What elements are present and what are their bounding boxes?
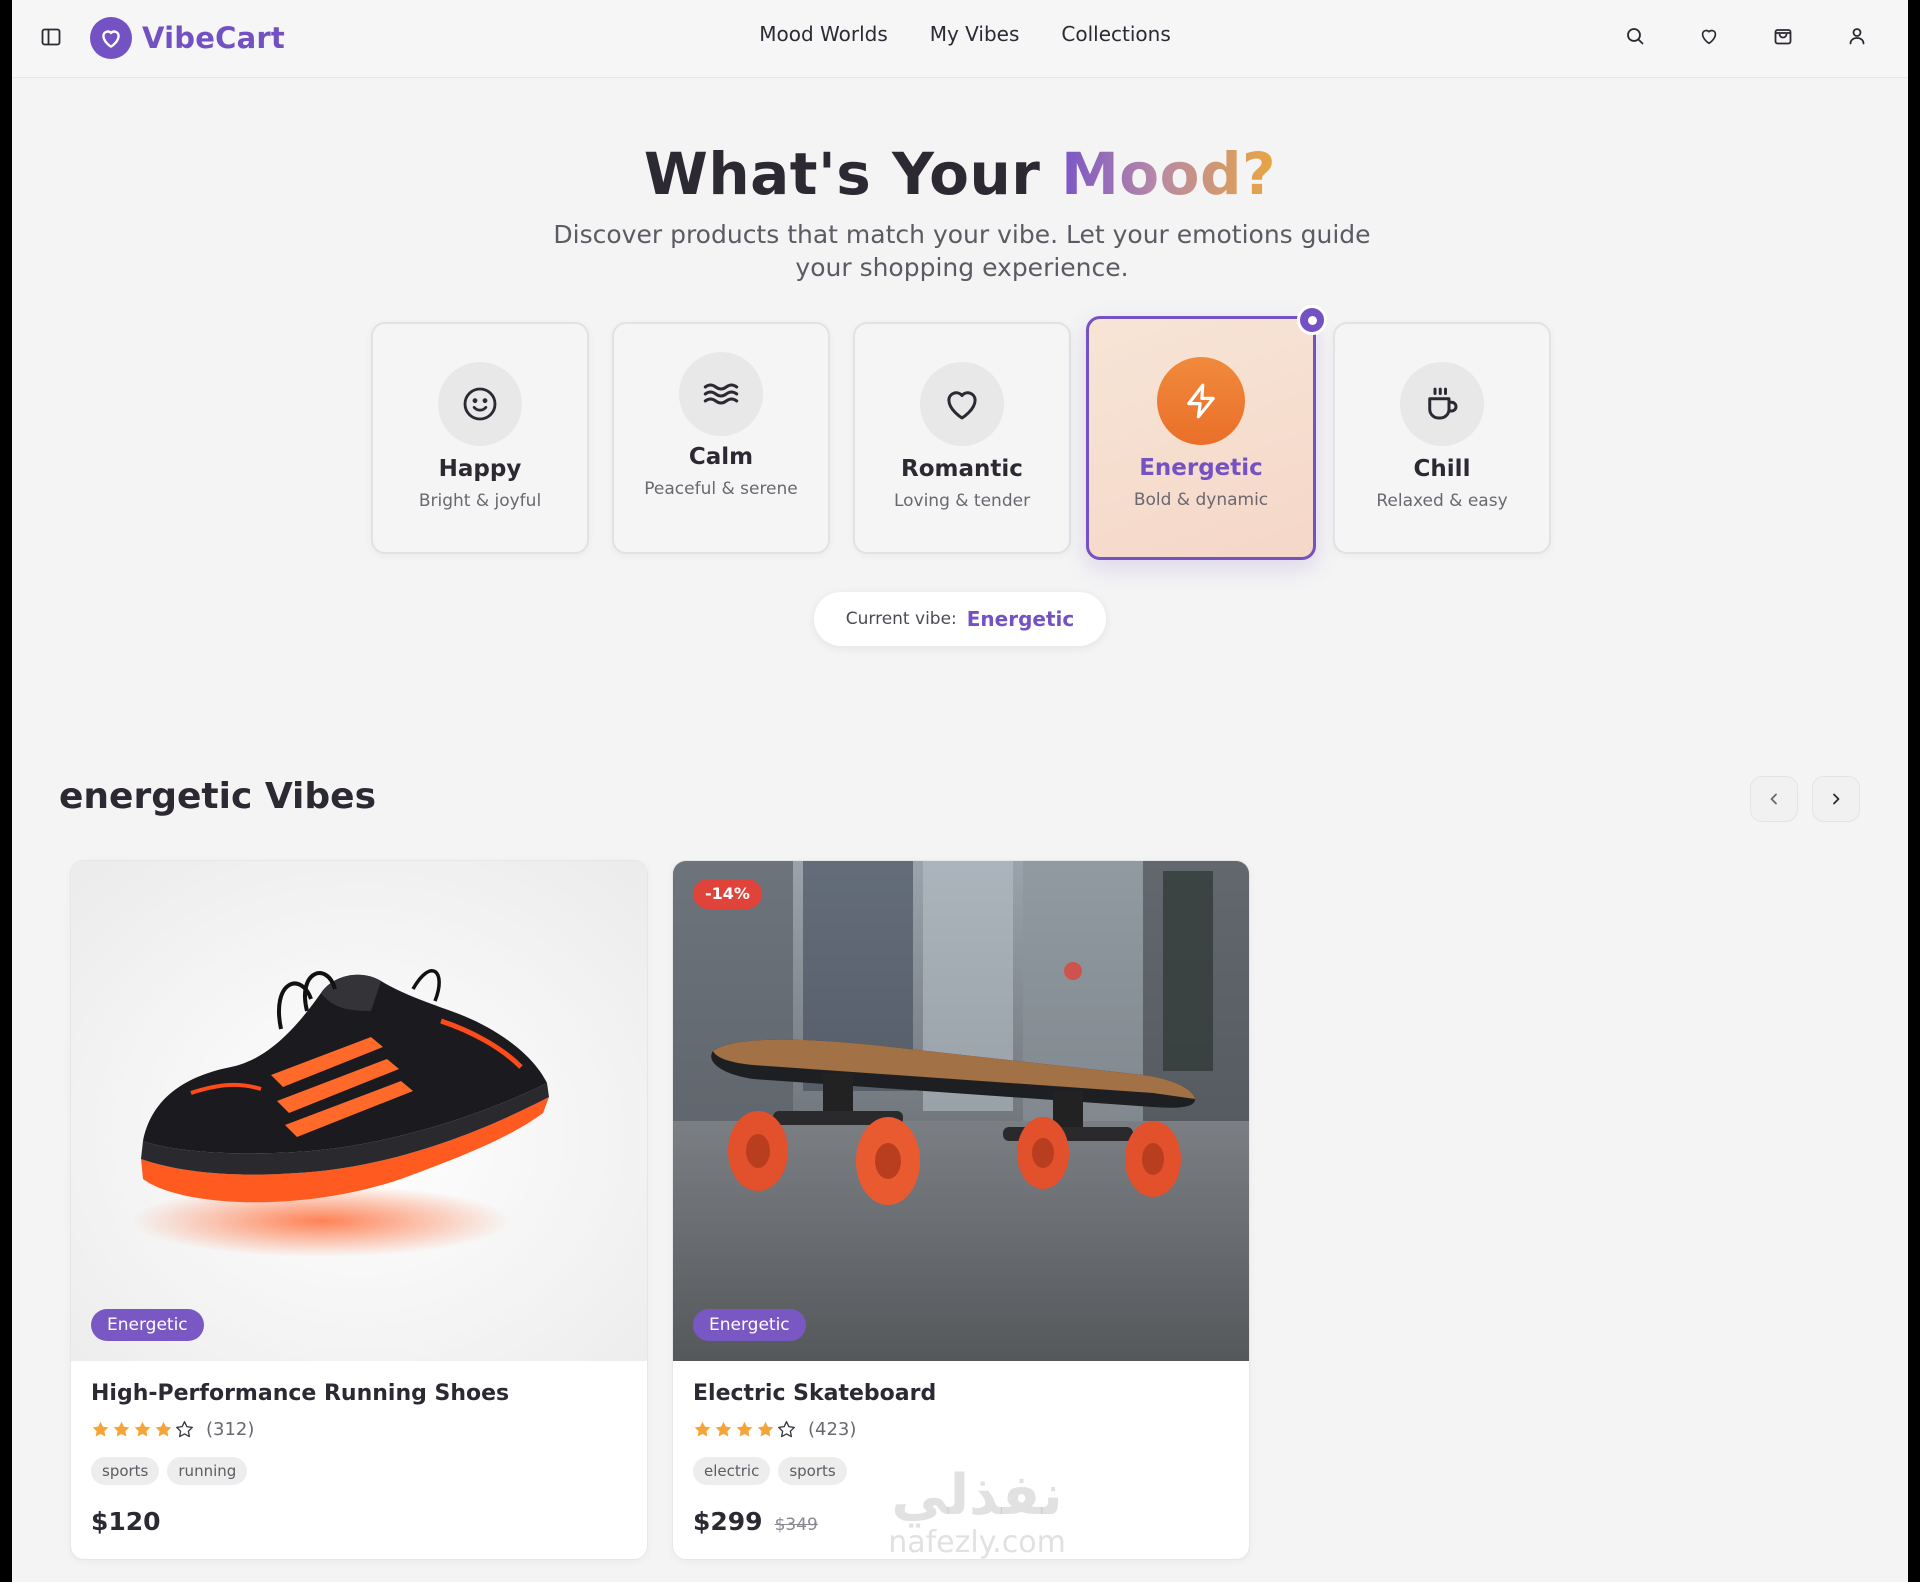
- coffee-cup-icon: [1400, 362, 1484, 446]
- nav-collections[interactable]: Collections: [1061, 22, 1170, 46]
- product-tags: sports running: [91, 1457, 248, 1485]
- product-rating: (423): [693, 1419, 856, 1440]
- top-header: VibeCart Mood Worlds My Vibes Collection…: [12, 0, 1908, 78]
- product-tag[interactable]: sports: [91, 1457, 160, 1485]
- product-name[interactable]: High-Performance Running Shoes: [91, 1381, 509, 1406]
- price-current: $299: [693, 1507, 763, 1536]
- title-plain: What's Your: [643, 140, 1062, 208]
- selected-indicator: [1297, 305, 1327, 335]
- section-title: energetic Vibes: [59, 776, 377, 817]
- heart-icon: [920, 362, 1004, 446]
- watermark-main: نفذلي: [891, 1463, 1063, 1528]
- mood-card-happy[interactable]: Happy Bright & joyful: [371, 322, 589, 554]
- lightning-icon: [1157, 357, 1245, 445]
- product-mood-tag[interactable]: Energetic: [91, 1309, 204, 1341]
- price-original: $349: [774, 1515, 818, 1535]
- smile-icon: [438, 362, 522, 446]
- waves-icon: [679, 352, 763, 436]
- watermark-sub: nafezly.com: [888, 1525, 1066, 1560]
- star-filled-icon: [92, 1421, 109, 1437]
- mood-label: Happy: [438, 456, 522, 482]
- product-price: $120: [91, 1507, 161, 1536]
- search-icon[interactable]: [1624, 25, 1646, 47]
- current-vibe-value: Energetic: [966, 607, 1075, 631]
- star-filled-icon: [113, 1421, 130, 1437]
- page-subtitle: Discover products that match your vibe. …: [553, 220, 1371, 282]
- star-filled-icon: [155, 1421, 172, 1437]
- product-name[interactable]: Electric Skateboard: [693, 1381, 936, 1406]
- watermark: نفذلي nafezly.com: [862, 1466, 1092, 1560]
- chevron-left-icon: [1770, 793, 1777, 805]
- current-vibe-pill: Current vibe: Energetic: [814, 592, 1106, 646]
- product-card-electric-skateboard[interactable]: -14% Energetic Electric Skateboard (423)…: [672, 860, 1250, 1560]
- heart-icon[interactable]: [1698, 25, 1720, 47]
- mood-desc: Peaceful & serene: [644, 479, 798, 499]
- page: VibeCart Mood Worlds My Vibes Collection…: [12, 0, 1908, 1582]
- mood-card-chill[interactable]: Chill Relaxed & easy: [1333, 322, 1551, 554]
- mood-card-energetic[interactable]: Energetic Bold & dynamic: [1086, 305, 1327, 560]
- nav-my-vibes[interactable]: My Vibes: [930, 22, 1020, 46]
- product-image[interactable]: [673, 861, 1249, 1361]
- product-price: $299 $349: [693, 1507, 818, 1536]
- mood-desc: Bold & dynamic: [1133, 490, 1269, 510]
- mood-card-romantic[interactable]: Romantic Loving & tender: [853, 322, 1071, 554]
- page-title: What's Your Mood?: [12, 140, 1908, 208]
- shopping-bag-icon[interactable]: [1772, 25, 1794, 47]
- review-count: (423): [808, 1419, 857, 1440]
- product-image[interactable]: [71, 861, 647, 1361]
- product-mood-tag[interactable]: Energetic: [693, 1309, 806, 1341]
- user-icon[interactable]: [1846, 25, 1868, 47]
- star-filled-icon: [694, 1421, 711, 1437]
- product-tag[interactable]: electric: [693, 1457, 771, 1485]
- nav-mood-worlds[interactable]: Mood Worlds: [759, 22, 888, 46]
- chevron-right-icon: [1833, 793, 1840, 805]
- star-filled-icon: [134, 1421, 151, 1437]
- product-rating: (312): [91, 1419, 254, 1440]
- star-filled-icon: [715, 1421, 732, 1437]
- product-card-running-shoes[interactable]: Energetic High-Performance Running Shoes…: [70, 860, 648, 1560]
- mood-label: Calm: [688, 444, 754, 470]
- mood-desc: Loving & tender: [893, 491, 1031, 511]
- title-gradient: Mood?: [1061, 140, 1277, 208]
- header-actions: [1624, 25, 1868, 47]
- review-count: (312): [206, 1419, 255, 1440]
- product-tag[interactable]: sports: [778, 1457, 847, 1485]
- mood-desc: Bright & joyful: [418, 491, 542, 511]
- product-tag[interactable]: running: [167, 1457, 248, 1485]
- mood-desc: Relaxed & easy: [1376, 491, 1508, 511]
- star-empty-icon: [778, 1421, 795, 1438]
- discount-badge: -14%: [693, 879, 762, 909]
- price-current: $120: [91, 1507, 161, 1536]
- star-filled-icon: [757, 1421, 774, 1437]
- mood-selector: Happy Bright & joyful Calm Peaceful & se…: [12, 305, 1908, 560]
- mood-label: Chill: [1413, 456, 1471, 482]
- current-vibe-label: Current vibe:: [845, 609, 957, 629]
- carousel-next-button[interactable]: [1812, 776, 1860, 822]
- mood-card-calm[interactable]: Calm Peaceful & serene: [612, 322, 830, 554]
- mood-label: Energetic: [1139, 455, 1263, 481]
- star-empty-icon: [176, 1421, 193, 1438]
- star-filled-icon: [736, 1421, 753, 1437]
- mood-label: Romantic: [901, 456, 1023, 482]
- carousel-prev-button[interactable]: [1750, 776, 1798, 822]
- product-tags: electric sports: [693, 1457, 847, 1485]
